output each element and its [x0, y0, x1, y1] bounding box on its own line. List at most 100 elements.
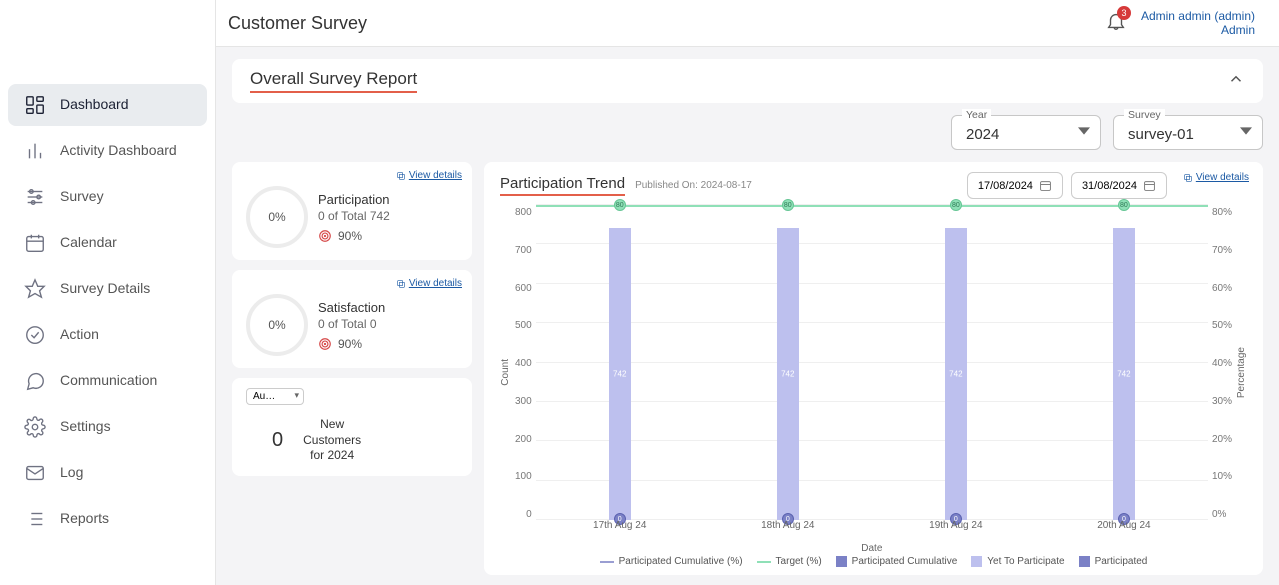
legend: Participated Cumulative (%) Target (%) P…: [500, 556, 1247, 567]
star-icon: [24, 278, 46, 300]
sidebar-label: Survey: [60, 188, 104, 206]
section-title: Overall Survey Report: [250, 69, 417, 93]
published-date: Published On: 2024-08-17: [635, 180, 752, 191]
stat-sub: 0 of Total 742: [318, 209, 458, 223]
sidebar-item-survey[interactable]: Survey: [8, 176, 207, 218]
page-title: Customer Survey: [228, 13, 367, 34]
target-dot: 80: [1118, 199, 1130, 211]
sidebar-item-log[interactable]: Log: [8, 452, 207, 494]
view-details-link[interactable]: View details: [396, 278, 462, 289]
user-name: Admin admin (admin): [1141, 9, 1255, 23]
legend-item: Participated Cumulative: [836, 556, 958, 567]
legend-item: Yet To Participate: [971, 556, 1064, 567]
year-select[interactable]: Year 2024: [951, 115, 1101, 150]
survey-select[interactable]: Survey survey-01: [1113, 115, 1263, 150]
copy-icon: [396, 171, 406, 181]
sidebar-item-activity[interactable]: Activity Dashboard: [8, 130, 207, 172]
legend-item: Target (%): [757, 556, 822, 567]
bar-yet: 742: [777, 228, 799, 520]
notifications-button[interactable]: 3: [1105, 10, 1127, 37]
y1-label: Count: [500, 359, 511, 386]
section-header: Overall Survey Report: [232, 59, 1263, 103]
plot: 80 742 0 80 742 0 80 742: [536, 205, 1208, 540]
sidebar-label: Communication: [60, 372, 157, 390]
left-column: View details 0% Participation 0 of Total…: [232, 162, 472, 575]
notification-badge: 3: [1117, 6, 1131, 20]
target-value: 90%: [338, 337, 362, 351]
sidebar-item-dashboard[interactable]: Dashboard: [8, 84, 207, 126]
bar-group: 80 742 0: [1104, 205, 1144, 520]
sidebar-item-survey-details[interactable]: Survey Details: [8, 268, 207, 310]
sidebar-item-reports[interactable]: Reports: [8, 498, 207, 540]
chart-title: Participation Trend: [500, 175, 625, 196]
mail-icon: [24, 462, 46, 484]
sidebar-label: Action: [60, 326, 99, 344]
bar-yet: 742: [609, 228, 631, 520]
topbar: Customer Survey 3 Admin admin (admin) Ad…: [216, 0, 1279, 47]
sidebar: Dashboard Activity Dashboard Survey Cale…: [0, 0, 216, 585]
calendar-icon: [1039, 179, 1052, 192]
satisfaction-donut: 0%: [246, 294, 308, 356]
customers-card: Au… 0 New Customers for 2024: [232, 378, 472, 476]
x-label: Date: [536, 543, 1208, 554]
y1-ticks: 8007006005004003002001000: [515, 205, 536, 540]
x-axis: 17th Aug 2418th Aug 2419th Aug 2420th Au…: [536, 520, 1208, 540]
list-icon: [24, 508, 46, 530]
chevron-down-icon: [1078, 124, 1090, 142]
chevron-down-icon: [1240, 124, 1252, 142]
participation-card: View details 0% Participation 0 of Total…: [232, 162, 472, 260]
user-role: Admin: [1141, 23, 1255, 37]
customers-period-select[interactable]: Au…: [246, 388, 304, 405]
bar-chart-icon: [24, 140, 46, 162]
stat-title: Satisfaction: [318, 300, 458, 315]
legend-item: Participated Cumulative (%): [600, 556, 743, 567]
target-value: 90%: [338, 229, 362, 243]
sidebar-item-calendar[interactable]: Calendar: [8, 222, 207, 264]
main: Customer Survey 3 Admin admin (admin) Ad…: [216, 0, 1279, 585]
topbar-right: 3 Admin admin (admin) Admin: [1105, 9, 1255, 37]
sidebar-item-action[interactable]: Action: [8, 314, 207, 356]
chevron-up-icon: [1227, 70, 1245, 88]
stat-sub: 0 of Total 0: [318, 317, 458, 331]
customers-value: 0: [272, 429, 283, 452]
view-details-link[interactable]: View details: [1183, 172, 1249, 183]
select-label: Survey: [1124, 109, 1165, 121]
calendar-icon: [24, 232, 46, 254]
filters: Year 2024 Survey survey-01: [232, 111, 1263, 154]
date-to-input[interactable]: 31/08/2024: [1071, 172, 1167, 199]
user-block[interactable]: Admin admin (admin) Admin: [1141, 9, 1255, 37]
sidebar-label: Log: [60, 464, 83, 482]
satisfaction-card: View details 0% Satisfaction 0 of Total …: [232, 270, 472, 368]
bar-group: 80 742 0: [936, 205, 976, 520]
chart-area: Count 8007006005004003002001000 80 742: [500, 205, 1247, 540]
bar-group: 80 742 0: [600, 205, 640, 520]
sidebar-label: Dashboard: [60, 96, 129, 114]
sidebar-label: Calendar: [60, 234, 117, 252]
sidebar-item-communication[interactable]: Communication: [8, 360, 207, 402]
sliders-icon: [24, 186, 46, 208]
dashboard-icon: [24, 94, 46, 116]
bar-yet: 742: [945, 228, 967, 520]
y2-ticks: 80%70%60%50%40%30%20%10%0%: [1208, 205, 1232, 540]
logo: [10, 5, 190, 65]
view-details-label: View details: [1196, 172, 1249, 183]
sidebar-item-settings[interactable]: Settings: [8, 406, 207, 448]
select-value: 2024: [966, 126, 1086, 143]
stat-target: 90%: [318, 337, 458, 351]
chat-icon: [24, 370, 46, 392]
sidebar-label: Activity Dashboard: [60, 142, 177, 160]
view-details-label: View details: [409, 170, 462, 181]
date-from-input[interactable]: 17/08/2024: [967, 172, 1063, 199]
participation-donut: 0%: [246, 186, 308, 248]
view-details-link[interactable]: View details: [396, 170, 462, 181]
target-icon: [318, 337, 332, 351]
sidebar-label: Settings: [60, 418, 111, 436]
legend-item: Participated: [1079, 556, 1148, 567]
collapse-button[interactable]: [1227, 70, 1245, 93]
y2-label: Percentage: [1236, 347, 1247, 398]
target-icon: [318, 229, 332, 243]
bar-yet: 742: [1113, 228, 1135, 520]
stat-target: 90%: [318, 229, 458, 243]
stat-title: Participation: [318, 192, 458, 207]
check-circle-icon: [24, 324, 46, 346]
